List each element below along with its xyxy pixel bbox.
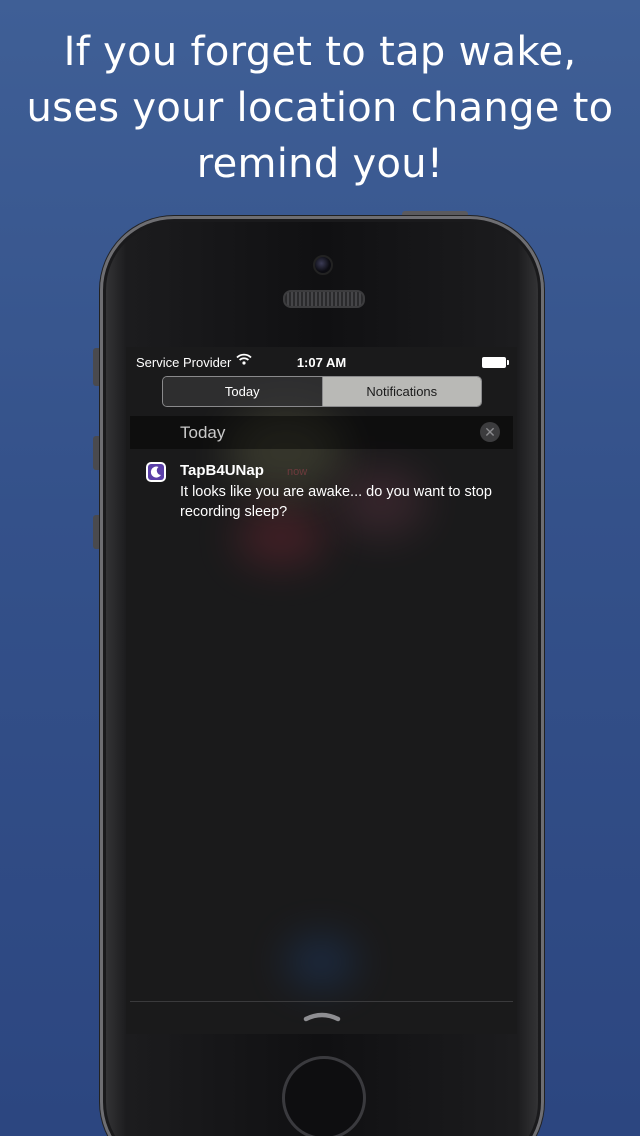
- earpiece-speaker: [283, 290, 365, 308]
- home-button[interactable]: [282, 1056, 366, 1136]
- headline-line-1: If you forget to tap wake,: [63, 29, 577, 75]
- notification-item[interactable]: TapB4UNap now It looks like you are awak…: [126, 459, 517, 529]
- mute-switch: [93, 348, 100, 386]
- notification-body: It looks like you are awake... do you wa…: [180, 484, 492, 520]
- moon-app-icon: [146, 462, 166, 482]
- blur-glow: [286, 937, 356, 987]
- headline-line-2: uses your location change to: [26, 85, 614, 131]
- front-camera-icon: [313, 255, 333, 275]
- tab-notifications[interactable]: Notifications: [322, 377, 481, 406]
- section-header-today: Today ✕: [130, 416, 513, 449]
- volume-up-button: [93, 436, 100, 470]
- notification-time: now: [287, 466, 308, 478]
- phone-screen: Service Provider 1:07 AM Today Notificat…: [126, 347, 517, 1034]
- headline: If you forget to tap wake, uses your loc…: [0, 24, 640, 192]
- headline-line-3: remind you!: [196, 141, 444, 187]
- tab-today[interactable]: Today: [163, 377, 323, 406]
- notification-app-name: TapB4UNap: [180, 462, 264, 479]
- battery-icon: [482, 357, 509, 368]
- status-bar: Service Provider 1:07 AM: [126, 347, 517, 375]
- status-time: 1:07 AM: [296, 355, 347, 370]
- volume-down-button: [93, 515, 100, 549]
- clear-icon[interactable]: ✕: [480, 422, 500, 442]
- bottom-divider: [130, 1001, 513, 1002]
- chevron-up-icon[interactable]: [303, 1010, 341, 1022]
- section-title: Today: [180, 423, 226, 442]
- segmented-control: Today Notifications: [162, 376, 482, 407]
